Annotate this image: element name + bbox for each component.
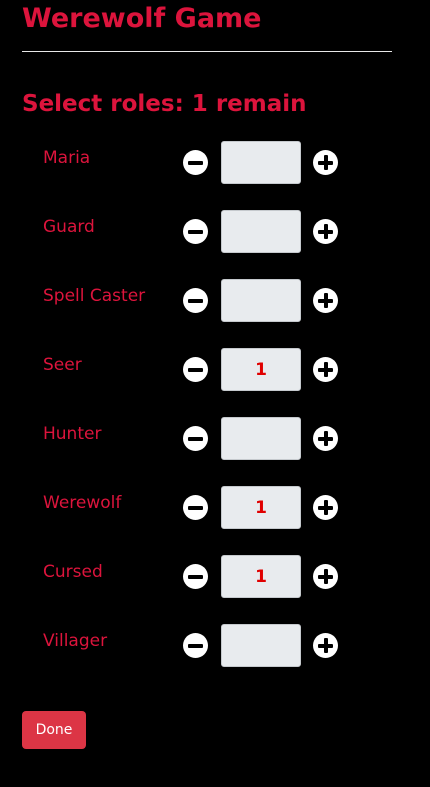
minus-circle-icon[interactable] [183,426,208,451]
role-count-field[interactable]: 1 [221,486,301,529]
role-row-cursed: Cursed 1 [0,555,430,624]
page-title: Werewolf Game [22,3,262,34]
plus-circle-icon[interactable] [313,150,338,175]
plus-circle-icon[interactable] [313,357,338,382]
minus-circle-icon[interactable] [183,564,208,589]
title-divider [22,51,392,52]
minus-circle-icon[interactable] [183,495,208,520]
role-count-field[interactable] [221,279,301,322]
role-row-hunter: Hunter [0,417,430,486]
role-count-field[interactable]: 1 [221,555,301,598]
plus-circle-icon[interactable] [313,426,338,451]
plus-circle-icon[interactable] [313,633,338,658]
role-count-field[interactable] [221,141,301,184]
role-name: Villager [43,631,108,651]
role-list: Maria Guard Spell Caster Seer 1 Hunter W… [0,141,430,693]
roles-remaining-heading: Select roles: 1 remain [22,91,307,117]
role-count-field[interactable] [221,624,301,667]
role-row-guard: Guard [0,210,430,279]
role-row-maria: Maria [0,141,430,210]
role-count-field[interactable] [221,417,301,460]
role-row-spell-caster: Spell Caster [0,279,430,348]
werewolf-setup-page: Werewolf Game Select roles: 1 remain Mar… [0,0,430,787]
role-name: Cursed [43,562,103,582]
minus-circle-icon[interactable] [183,288,208,313]
role-row-werewolf: Werewolf 1 [0,486,430,555]
role-name: Seer [43,355,82,375]
role-name: Spell Caster [43,286,146,306]
role-name: Hunter [43,424,102,444]
role-count-field[interactable] [221,210,301,253]
done-button[interactable]: Done [22,711,86,749]
plus-circle-icon[interactable] [313,219,338,244]
role-name: Maria [43,148,91,168]
role-count-field[interactable]: 1 [221,348,301,391]
minus-circle-icon[interactable] [183,219,208,244]
role-row-villager: Villager [0,624,430,693]
minus-circle-icon[interactable] [183,357,208,382]
plus-circle-icon[interactable] [313,564,338,589]
minus-circle-icon[interactable] [183,633,208,658]
role-name: Werewolf [43,493,122,513]
role-row-seer: Seer 1 [0,348,430,417]
plus-circle-icon[interactable] [313,288,338,313]
role-name: Guard [43,217,95,237]
minus-circle-icon[interactable] [183,150,208,175]
plus-circle-icon[interactable] [313,495,338,520]
